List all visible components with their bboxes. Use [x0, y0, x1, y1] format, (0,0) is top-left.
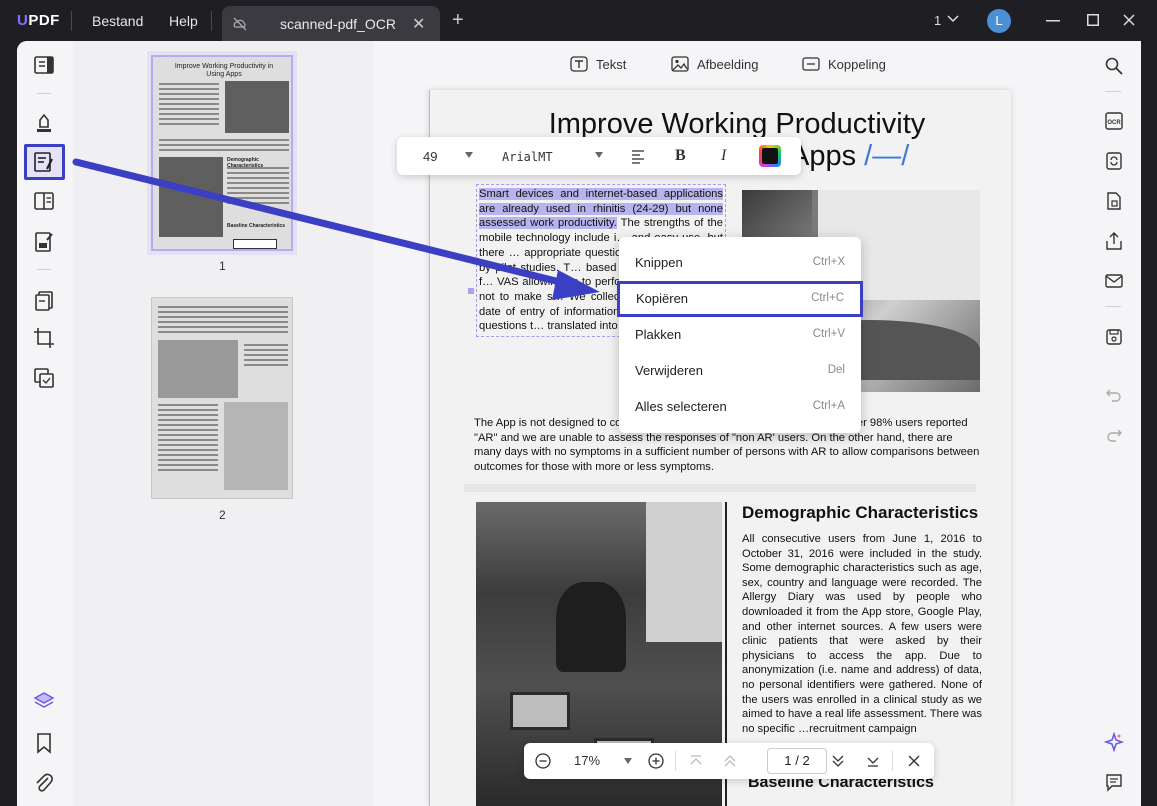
shortcut: Ctrl+V — [812, 328, 845, 340]
share-icon[interactable] — [1104, 231, 1124, 251]
add-link-button[interactable]: Koppeling — [802, 56, 886, 72]
protect-icon[interactable] — [1104, 191, 1124, 211]
menu-item-delete[interactable]: Verwijderen Del — [619, 353, 861, 389]
form-icon[interactable] — [32, 230, 56, 254]
image-icon — [671, 56, 689, 72]
page-layout-icon[interactable] — [32, 189, 56, 213]
search-icon[interactable] — [1104, 56, 1124, 76]
crop-icon[interactable] — [32, 326, 56, 350]
menu-item-copy[interactable]: Kopiëren Ctrl+C — [617, 281, 863, 317]
text-icon — [570, 56, 588, 72]
context-menu: Knippen Ctrl+X Kopiëren Ctrl+C Plakken Ctrl… — [617, 237, 863, 433]
updf-logo: UPDF — [17, 12, 60, 29]
zoom-in-icon[interactable] — [648, 753, 664, 769]
menu-item-cut[interactable]: Knippen Ctrl+X — [619, 245, 861, 281]
shortcut: Ctrl+A — [812, 400, 845, 412]
title-bar: UPDF Bestand Help scanned-pdf_OCR ✕ + 1 … — [0, 0, 1157, 42]
previous-page-icon[interactable] — [723, 754, 737, 768]
font-size-select[interactable]: 49 — [423, 149, 437, 164]
add-text-button[interactable]: Tekst — [570, 56, 626, 72]
next-page-icon[interactable] — [831, 754, 845, 768]
selection-handle[interactable] — [468, 288, 474, 294]
page-number-1: 1 — [219, 259, 226, 273]
divider — [37, 93, 51, 94]
maximize-icon[interactable] — [1087, 14, 1099, 26]
align-left-icon[interactable] — [630, 148, 646, 164]
first-page-icon[interactable] — [689, 754, 703, 768]
shortcut: Ctrl+X — [812, 256, 845, 268]
shortcut: Ctrl+C — [811, 292, 844, 304]
menu-item-select-all[interactable]: Alles selecteren Ctrl+A — [619, 389, 861, 425]
document-tab[interactable]: scanned-pdf_OCR ✕ — [222, 6, 440, 42]
text-format-toolbar: 49 ArialMT B I — [397, 137, 801, 175]
font-size-caret-icon[interactable] — [465, 152, 473, 158]
divider — [1105, 91, 1121, 92]
convert-icon[interactable] — [1104, 151, 1124, 171]
right-toolbar: OCR — [1085, 41, 1141, 806]
left-toolbar — [17, 41, 72, 806]
avatar[interactable]: L — [987, 9, 1011, 33]
save-icon[interactable] — [1104, 327, 1124, 347]
demographic-heading: Demographic Characteristics — [742, 503, 979, 522]
page-input[interactable]: 1 / 2 — [767, 748, 827, 774]
redo-icon[interactable] — [1104, 425, 1124, 445]
divider — [1105, 306, 1121, 307]
page-number-2: 2 — [219, 508, 226, 522]
ai-assistant-icon[interactable] — [1103, 731, 1125, 753]
thumbnail-panel: Improve Working Productivity in Using Ap… — [73, 41, 373, 806]
organize-pages-icon[interactable] — [32, 289, 56, 313]
divider — [71, 11, 72, 31]
close-window-icon[interactable] — [1123, 14, 1135, 26]
pdf-page: Improve Working Productivity Apps /—/ Sm… — [429, 90, 1011, 806]
comments-panel-icon[interactable] — [1104, 772, 1124, 792]
text-color-picker[interactable] — [759, 145, 781, 167]
close-tab-icon[interactable]: ✕ — [412, 14, 425, 34]
minimize-icon[interactable] — [1046, 20, 1060, 22]
tab-title: scanned-pdf_OCR — [280, 16, 396, 32]
chevron-down-icon[interactable] — [946, 14, 960, 24]
comment-icon[interactable] — [32, 111, 56, 135]
new-tab-icon[interactable]: + — [452, 9, 464, 32]
title-accent: /—/ — [864, 140, 910, 172]
italic-button[interactable]: I — [721, 147, 726, 165]
zoom-navigation-bar: 17% 1 / 2 — [524, 743, 934, 779]
zoom-level[interactable]: 17% — [574, 753, 600, 768]
thumbnail-title: Improve Working Productivity in Using Ap… — [174, 63, 274, 78]
page-thumbnail-2[interactable] — [151, 297, 293, 499]
page-thumbnail-1[interactable]: Improve Working Productivity in Using Ap… — [147, 51, 297, 255]
window-count[interactable]: 1 — [934, 13, 941, 28]
ocr-icon[interactable]: OCR — [1104, 111, 1124, 131]
document-title: Improve Working Productivity — [548, 108, 926, 140]
edit-toolbar: Tekst Afbeelding Koppeling — [373, 41, 1085, 89]
bookmark-icon[interactable] — [32, 731, 56, 755]
font-family-caret-icon[interactable] — [595, 152, 603, 158]
undo-icon[interactable] — [1104, 385, 1124, 405]
link-icon — [802, 57, 820, 71]
close-zoombar-icon[interactable] — [907, 754, 921, 768]
demographic-paragraph: All consecutive users from June 1, 2016 … — [742, 533, 982, 735]
bold-button[interactable]: B — [675, 147, 686, 165]
divider — [37, 269, 51, 270]
divider — [211, 11, 212, 31]
cloud-off-icon — [233, 17, 247, 31]
shortcut: Del — [827, 364, 845, 376]
menu-bestand[interactable]: Bestand — [92, 13, 143, 29]
layers-icon[interactable] — [32, 689, 56, 713]
last-page-icon[interactable] — [866, 754, 880, 768]
attachment-icon[interactable] — [32, 771, 56, 795]
menu-item-paste[interactable]: Plakken Ctrl+V — [619, 317, 861, 353]
email-icon[interactable] — [1104, 271, 1124, 291]
menu-help[interactable]: Help — [169, 13, 198, 29]
document-title-line2: Apps /—/ — [790, 140, 910, 172]
convert-icon[interactable] — [32, 366, 56, 390]
add-image-button[interactable]: Afbeelding — [671, 56, 758, 72]
svg-text:OCR: OCR — [1107, 120, 1121, 126]
font-family-select[interactable]: ArialMT — [502, 150, 553, 164]
zoom-caret-icon[interactable] — [624, 758, 632, 764]
edit-pdf-icon[interactable] — [32, 150, 56, 174]
reader-icon[interactable] — [32, 53, 56, 77]
zoom-out-icon[interactable] — [535, 753, 551, 769]
section-divider — [464, 484, 976, 492]
